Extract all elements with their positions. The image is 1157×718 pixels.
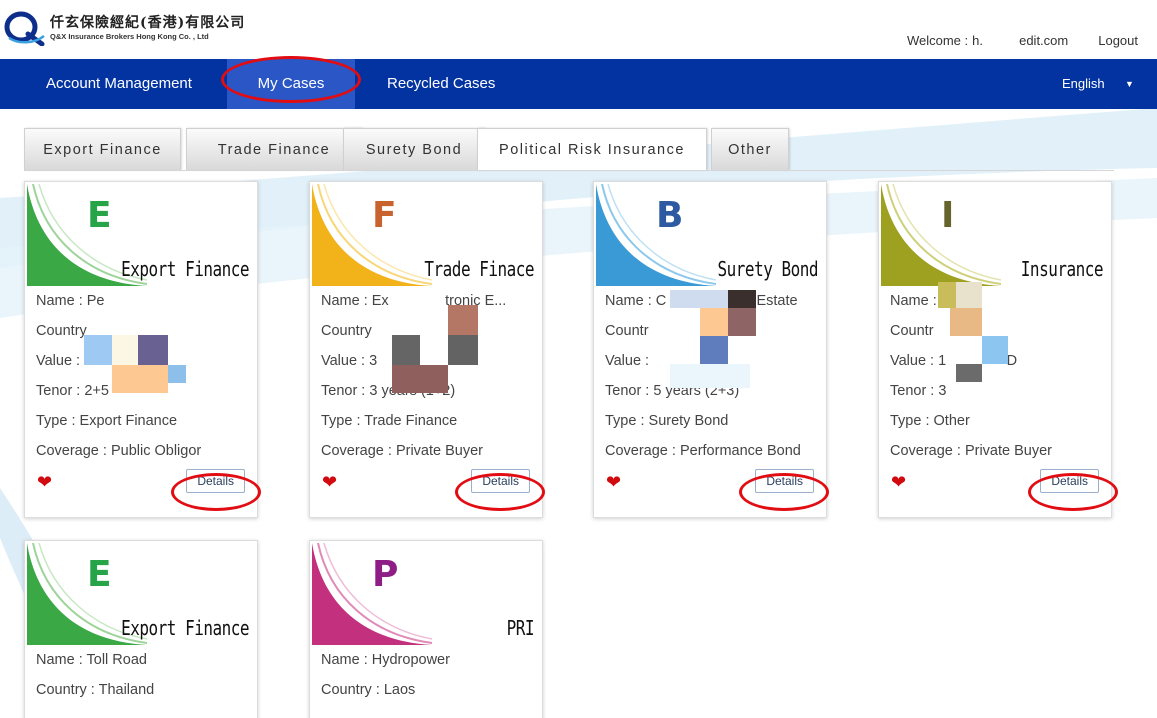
card-banner: I Insurance <box>879 182 1111 286</box>
card-letter: E <box>87 554 112 595</box>
card-banner: E Export Finance <box>25 182 257 286</box>
card-name: Name : Ex tronic E... <box>321 293 507 309</box>
card-value: Value : <box>36 353 81 369</box>
welcome-user: h. edit.com <box>972 33 1069 48</box>
details-button[interactable]: Details <box>471 469 530 493</box>
card-value: Value : <box>605 353 650 369</box>
tab-export-finance[interactable]: Export Finance <box>24 128 181 170</box>
logo-english-name: Q&X Insurance Brokers Hong Kong Co. , Lt… <box>50 31 209 41</box>
header: 仟玄保險經紀(香港)有限公司 Q&X Insurance Brokers Hon… <box>0 0 1157 59</box>
card-letter: E <box>87 195 112 236</box>
card-country: Country <box>321 323 372 339</box>
case-card: F Trade Finace Name : Ex tronic E... Cou… <box>309 181 543 518</box>
card-category: PRI <box>506 616 535 640</box>
case-card: P PRI Name : Hydropower Country : Laos <box>309 540 543 718</box>
heart-icon[interactable]: ❤ <box>606 472 621 493</box>
card-country: Country : Thailand <box>36 682 155 698</box>
card-letter: I <box>941 195 955 236</box>
card-type: Type : Export Finance <box>36 413 178 429</box>
heart-icon[interactable]: ❤ <box>891 472 906 493</box>
card-coverage: Coverage : Public Obligor <box>36 443 202 459</box>
tab-surety-bond[interactable]: Surety Bond <box>343 128 485 170</box>
card-category: Insurance <box>1020 257 1104 281</box>
tabs-divider <box>24 170 1114 171</box>
card-type: Type : Other <box>890 413 970 429</box>
card-coverage: Coverage : Private Buyer <box>890 443 1052 459</box>
welcome-label: Welcome : <box>906 33 969 48</box>
details-button[interactable]: Details <box>1040 469 1099 493</box>
card-type: Type : Surety Bond <box>605 413 729 429</box>
case-card: B Surety Bond Name : C Real Estate Count… <box>593 181 827 518</box>
card-category: Trade Finace <box>424 257 534 281</box>
qx-logo-icon <box>4 11 45 46</box>
card-country: Country : Laos <box>321 682 416 698</box>
card-name: Name : C Real Estate <box>605 293 798 309</box>
card-letter: F <box>372 195 397 236</box>
case-card: E Export Finance Name : Toll Road Countr… <box>24 540 258 718</box>
card-tenor: Tenor : 5 years (2+3) <box>605 383 740 399</box>
card-value: Value : 3 <box>321 353 378 369</box>
welcome-message: Welcome : h. edit.com <box>907 33 1068 48</box>
card-banner: F Trade Finace <box>310 182 542 286</box>
tab-political-risk-insurance[interactable]: Political Risk Insurance <box>477 128 707 170</box>
card-type: Type : Trade Finance <box>321 413 458 429</box>
card-country: Country <box>36 323 87 339</box>
card-banner: P PRI <box>310 541 542 645</box>
card-category: Surety Bond <box>717 257 819 281</box>
heart-icon[interactable]: ❤ <box>322 472 337 493</box>
card-category: Export Finance <box>121 257 249 281</box>
card-tenor: Tenor : 2+5 <box>36 383 109 399</box>
logo-chinese-name: 仟玄保險經紀(香港)有限公司 <box>50 14 246 31</box>
card-name: Name : Toll Road <box>36 652 147 668</box>
details-button[interactable]: Details <box>755 469 814 493</box>
card-name: Name : Hydropower <box>321 652 450 668</box>
heart-icon[interactable]: ❤ <box>37 472 52 493</box>
card-name: Name : <box>890 293 937 309</box>
card-banner: E Export Finance <box>25 541 257 645</box>
card-category: Export Finance <box>121 616 249 640</box>
caret-down-icon[interactable]: ▼ <box>1125 59 1134 109</box>
tab-trade-finance[interactable]: Trade Finance <box>186 128 362 170</box>
card-letter: P <box>372 554 399 595</box>
card-name: Name : Pe <box>36 293 105 309</box>
card-coverage: Coverage : Private Buyer <box>321 443 483 459</box>
language-select[interactable]: English <box>1062 59 1105 109</box>
card-letter: B <box>656 195 684 236</box>
case-card: E Export Finance Name : Pe Country Value… <box>24 181 258 518</box>
nav-account-management[interactable]: Account Management <box>46 59 192 109</box>
nav-my-cases[interactable]: My Cases <box>227 59 355 109</box>
card-value: Value : 1 D <box>890 353 1018 369</box>
card-tenor: Tenor : 3 years (1+2) <box>321 383 456 399</box>
company-logo[interactable]: 仟玄保險經紀(香港)有限公司 Q&X Insurance Brokers Hon… <box>4 10 245 46</box>
card-coverage: Coverage : Performance Bond <box>605 443 801 459</box>
main-navbar: Account Management My Cases Recycled Cas… <box>0 59 1157 109</box>
card-banner: B Surety Bond <box>594 182 826 286</box>
card-country: Countr <box>890 323 934 339</box>
nav-recycled-cases[interactable]: Recycled Cases <box>387 59 495 109</box>
card-tenor: Tenor : 3 <box>890 383 947 399</box>
logout-link[interactable]: Logout <box>1098 33 1138 48</box>
card-country: Countr <box>605 323 649 339</box>
tab-other[interactable]: Other <box>711 128 789 170</box>
case-card: I Insurance Name : Countr Value : 1 D Te… <box>878 181 1112 518</box>
details-button[interactable]: Details <box>186 469 245 493</box>
